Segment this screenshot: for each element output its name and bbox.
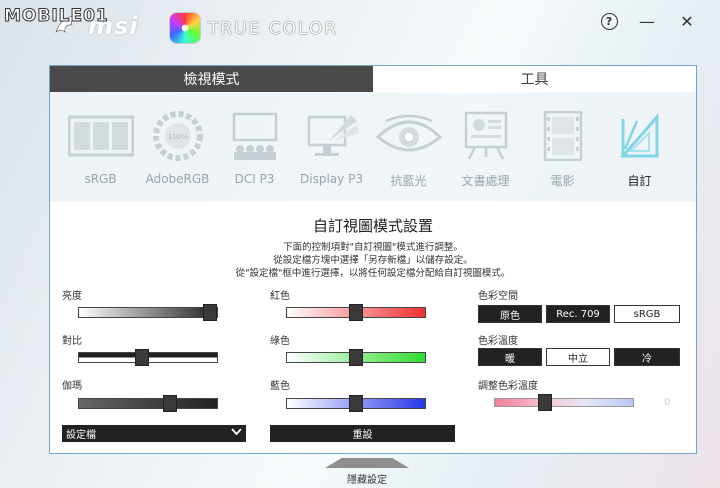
mode-display-p3[interactable]: Display P3 xyxy=(293,93,370,201)
mode-custom[interactable]: 自訂 xyxy=(601,93,678,201)
film-icon xyxy=(543,111,582,161)
mode-list: sRGB 100% AdobeRGB DCI P3 Display P3 抗藍光… xyxy=(50,93,696,201)
slider-thumb[interactable] xyxy=(349,349,363,366)
color-temp-neutral-button[interactable]: 中立 xyxy=(546,348,610,366)
color-space-label: 色彩空間 xyxy=(478,291,518,302)
brightness-label: 亮度 xyxy=(62,291,82,302)
blue-slider[interactable] xyxy=(286,395,426,412)
gamma-label: 伽瑪 xyxy=(62,381,82,392)
mode-label: Display P3 xyxy=(300,172,363,186)
slider-thumb[interactable] xyxy=(538,394,552,411)
document-icon xyxy=(464,111,507,160)
custom-settings: 自訂視圖模式設置 下面的控制項對"自訂視圖"模式進行調整。 從設定檔方塊中選擇「… xyxy=(50,202,696,453)
main-panel: 檢視模式 工具 sRGB 100% AdobeRGB DCI P3 Displa… xyxy=(49,65,697,454)
display-icon xyxy=(307,115,359,156)
description-line: 下面的控制項對"自訂視圖"模式進行調整。 xyxy=(283,242,463,253)
color-temp-label: 色彩溫度 xyxy=(478,336,518,347)
red-slider[interactable] xyxy=(286,304,426,321)
mode-label: 抗藍光 xyxy=(390,174,427,188)
hue-slider[interactable] xyxy=(494,394,634,411)
tab-bar: 檢視模式 工具 xyxy=(50,66,696,92)
red-label: 紅色 xyxy=(270,291,290,302)
watermark: MOBILE01 xyxy=(4,6,109,27)
green-slider[interactable] xyxy=(286,349,426,366)
tab-tools[interactable]: 工具 xyxy=(373,66,696,92)
custom-icon xyxy=(619,112,658,158)
slider-thumb[interactable] xyxy=(163,395,177,412)
description-line: 從"設定檔"框中進行選擇，以將任何設定檔分配給自訂視圖模式。 xyxy=(235,268,511,279)
adobergb-icon: 100% xyxy=(152,111,203,161)
slider-thumb[interactable] xyxy=(203,304,217,321)
true-color-icon xyxy=(170,13,200,43)
mode-adobergb[interactable]: 100% AdobeRGB xyxy=(139,93,216,201)
tab-view-mode[interactable]: 檢視模式 xyxy=(50,66,373,92)
collapse-arrow-icon[interactable] xyxy=(325,458,409,468)
minimize-button[interactable]: — xyxy=(636,10,658,32)
hue-value: 0 xyxy=(664,397,671,408)
brightness-slider[interactable] xyxy=(78,304,218,321)
mode-label: 電影 xyxy=(550,174,575,188)
app-title: TRUE COLOR xyxy=(208,19,339,39)
mode-movie[interactable]: 電影 xyxy=(524,93,601,201)
slider-thumb[interactable] xyxy=(349,304,363,321)
svg-text:100%: 100% xyxy=(167,133,187,141)
blue-label: 藍色 xyxy=(270,381,290,392)
cinema-icon xyxy=(232,112,277,160)
color-space-srgb-button[interactable]: sRGB xyxy=(614,305,680,323)
mode-label: 文書處理 xyxy=(461,174,510,188)
mode-label: sRGB xyxy=(84,172,117,186)
green-label: 綠色 xyxy=(270,336,290,347)
color-space-selector: 原色 Rec. 709 sRGB xyxy=(478,305,680,323)
mode-label: AdobeRGB xyxy=(145,172,210,186)
color-temp-warm-button[interactable]: 暖 xyxy=(478,348,542,366)
contrast-slider[interactable] xyxy=(78,349,218,366)
custom-title: 自訂視圖模式設置 xyxy=(312,217,433,235)
eye-icon xyxy=(375,114,442,152)
mode-anti-blue-light[interactable]: 抗藍光 xyxy=(370,93,447,201)
mode-label: DCI P3 xyxy=(234,172,275,186)
help-button[interactable]: ? xyxy=(598,10,620,32)
mode-srgb[interactable]: sRGB xyxy=(62,93,139,201)
hide-settings-button[interactable]: 隱藏設定 xyxy=(325,471,409,486)
hue-label: 調整色彩溫度 xyxy=(478,381,538,392)
profile-dropdown[interactable]: 設定檔 xyxy=(62,425,246,442)
close-button[interactable]: ✕ xyxy=(676,10,698,32)
help-icon: ? xyxy=(600,12,618,30)
mode-label: 自訂 xyxy=(627,174,652,188)
profile-dropdown-value: 設定檔 xyxy=(66,430,96,441)
slider-thumb[interactable] xyxy=(135,349,149,366)
chevron-down-icon xyxy=(231,428,242,439)
gamma-slider[interactable] xyxy=(78,395,218,412)
slider-thumb[interactable] xyxy=(349,395,363,412)
contrast-label: 對比 xyxy=(62,336,82,347)
color-space-rec709-button[interactable]: Rec. 709 xyxy=(546,305,610,323)
mode-dci-p3[interactable]: DCI P3 xyxy=(216,93,293,201)
color-temp-cool-button[interactable]: 冷 xyxy=(614,348,680,366)
color-space-native-button[interactable]: 原色 xyxy=(478,305,542,323)
mode-office[interactable]: 文書處理 xyxy=(447,93,524,201)
color-temp-selector: 暖 中立 冷 xyxy=(478,348,680,366)
description-line: 從設定檔方塊中選擇「另存新檔」以儲存設定。 xyxy=(273,255,473,266)
reset-button[interactable]: 重設 xyxy=(270,425,455,442)
srgb-icon xyxy=(67,115,134,157)
